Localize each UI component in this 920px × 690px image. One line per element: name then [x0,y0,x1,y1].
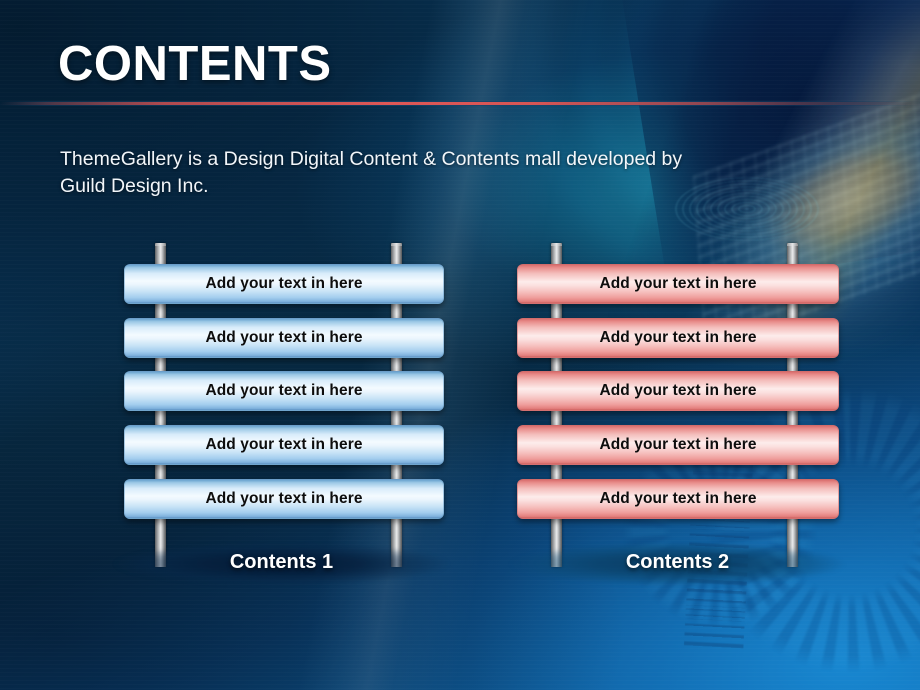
sign-plank-label: Add your text in here [599,275,757,292]
sign-plank-label: Add your text in here [205,490,363,507]
group-label-contents-2: Contents 2 [625,551,730,573]
sign-plank-label: Add your text in here [205,275,363,292]
sign-plank[interactable]: Add your text in here [517,371,839,411]
sign-plank-label: Add your text in here [599,382,757,399]
sign-plank[interactable]: Add your text in here [517,479,839,519]
pole-cap-icon [787,243,798,246]
sign-plank-label: Add your text in here [599,329,757,346]
sign-plank[interactable]: Add your text in here [124,318,444,358]
slide-canvas: CONTENTS ThemeGallery is a Design Digita… [0,0,920,690]
pole-cap-icon [391,243,402,246]
sign-plank[interactable]: Add your text in here [517,264,839,304]
sign-plank[interactable]: Add your text in here [124,371,444,411]
sign-plank[interactable]: Add your text in here [124,479,444,519]
group-label-contents-1: Contents 1 [229,551,334,573]
sign-plank[interactable]: Add your text in here [124,425,444,465]
pole-cap-icon [155,243,166,246]
sign-plank[interactable]: Add your text in here [517,425,839,465]
sign-plank-label: Add your text in here [599,436,757,453]
sign-plank-label: Add your text in here [205,436,363,453]
pole-cap-icon [551,243,562,246]
sign-plank[interactable]: Add your text in here [124,264,444,304]
sign-plank-label: Add your text in here [205,382,363,399]
sign-plank[interactable]: Add your text in here [517,318,839,358]
sign-plank-label: Add your text in here [205,329,363,346]
sign-plank-label: Add your text in here [599,490,757,507]
